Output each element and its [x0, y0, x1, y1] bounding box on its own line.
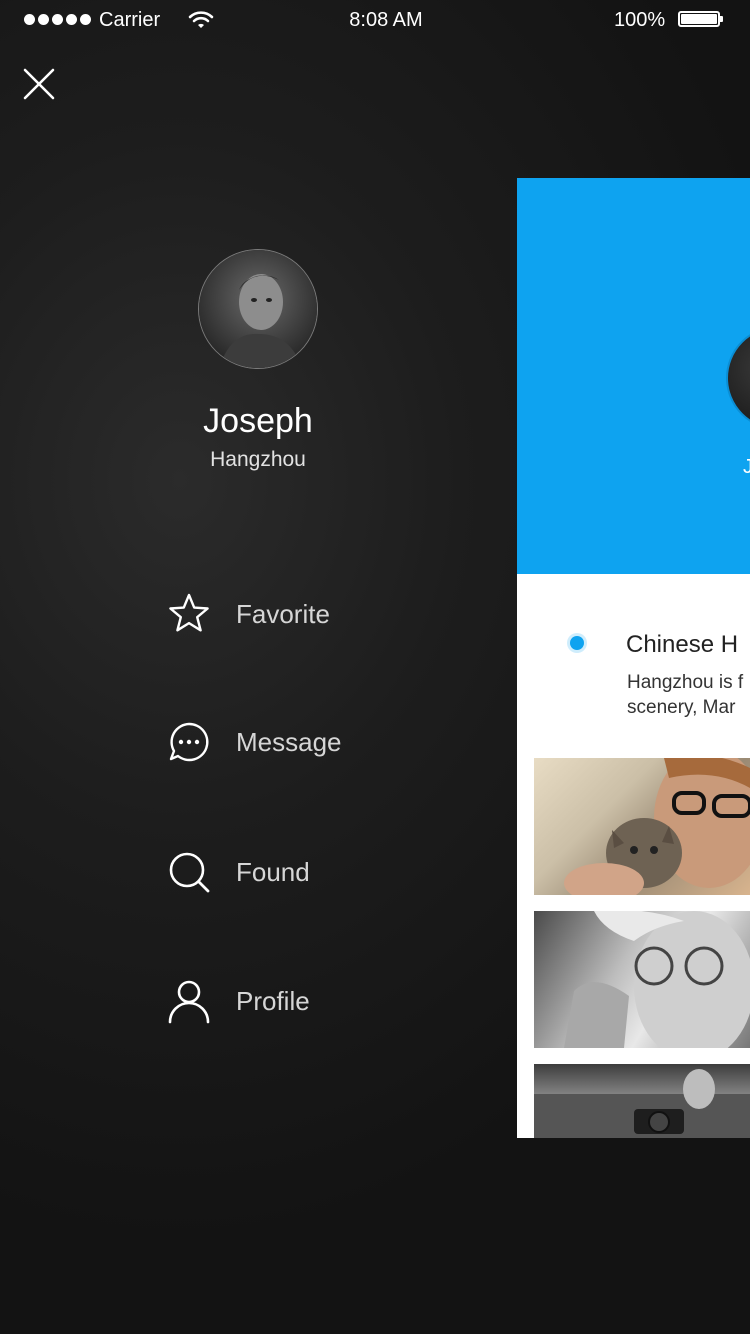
card-user-name-partial: J [743, 456, 750, 478]
menu-label: Message [236, 727, 342, 757]
post-photo[interactable] [534, 1064, 750, 1138]
photo-man-with-camera [534, 1069, 750, 1138]
close-icon [23, 68, 55, 100]
post-photo[interactable] [534, 911, 750, 1048]
menu-item-profile[interactable]: Profile [166, 978, 426, 1024]
timeline-dot-icon [570, 636, 584, 650]
card-header [517, 178, 750, 574]
menu-label: Found [236, 857, 310, 887]
post-title: Chinese H [626, 631, 739, 658]
battery-percentage: 100% [614, 9, 666, 31]
battery-icon [678, 11, 723, 27]
post-excerpt: Hangzhou is f scenery, Mar [627, 670, 743, 720]
menu-label: Profile [236, 986, 310, 1016]
chat-bubble-icon [169, 722, 209, 762]
user-icon [168, 980, 210, 1024]
drawer-screen: Carrier 8:08 AM 100% Joseph Hangzhou Fav… [0, 0, 750, 1334]
avatar[interactable] [198, 249, 318, 369]
menu-label: Favorite [236, 599, 330, 629]
search-icon [169, 852, 210, 893]
menu-item-favorite[interactable]: Favorite [166, 591, 426, 637]
content-preview-card[interactable]: J Chinese H Hangzhou is f scenery, Mar [517, 178, 750, 1138]
post-excerpt-line: Hangzhou is f [627, 672, 744, 693]
close-button[interactable] [22, 67, 56, 101]
avatar-photo [199, 250, 317, 368]
photo-man-with-glasses [564, 911, 750, 1048]
post-excerpt-line: scenery, Mar [627, 697, 736, 718]
photo-man-with-kitten [564, 758, 750, 895]
user-location: Hangzhou [210, 448, 306, 471]
menu-item-found[interactable]: Found [166, 849, 426, 895]
post-photo[interactable] [534, 758, 750, 895]
user-name: Joseph [203, 402, 313, 440]
status-bar: Carrier 8:08 AM 100% [0, 0, 750, 40]
menu-item-message[interactable]: Message [166, 719, 426, 765]
star-icon [169, 593, 209, 632]
